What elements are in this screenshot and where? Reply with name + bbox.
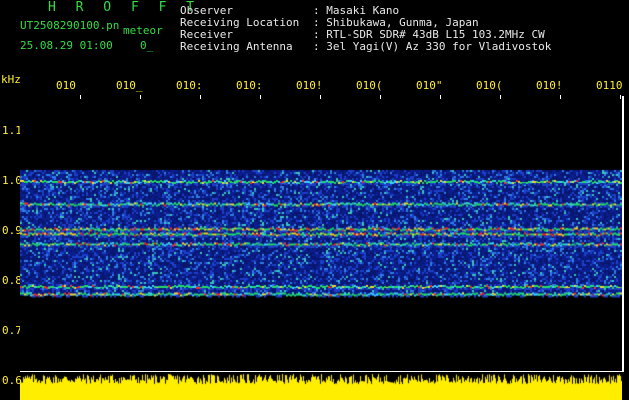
meteor-count: 0_ (140, 39, 154, 52)
x-tick-label: 010: (236, 79, 263, 92)
file-name: UT2508290100.pn (20, 19, 120, 32)
date-time: 25.08.29 01:00 (20, 39, 113, 52)
meta-value-antenna: : 3el Yagi(V) Az 330 for Vladivostok (313, 40, 552, 53)
x-tick-label: 010" (416, 79, 443, 92)
spectrogram-waterfall (20, 96, 622, 371)
x-tick-label: 010_ (116, 79, 143, 92)
y-tick-label: 1.0 (2, 174, 22, 187)
y-tick-label: 0.7 (2, 324, 22, 337)
x-tick-mark (260, 95, 261, 99)
x-tick-mark (140, 95, 141, 99)
x-tick-label: 010: (176, 79, 203, 92)
meta-label-antenna: Receiving Antenna (180, 40, 293, 53)
x-tick-mark (380, 95, 381, 99)
signal-level-bars (20, 372, 622, 400)
x-tick-mark (80, 95, 81, 99)
brand-title: H R O F F T (48, 0, 201, 15)
y-axis-unit: kHz (1, 73, 21, 86)
x-tick-mark (620, 95, 621, 99)
x-tick-mark (200, 95, 201, 99)
y-tick-label: 0.9 (2, 224, 22, 237)
x-tick-label: 0110 (596, 79, 623, 92)
x-tick-label: 010( (476, 79, 503, 92)
x-tick-mark (560, 95, 561, 99)
x-tick-label: 010 (56, 79, 76, 92)
y-tick-label: 0.6 (2, 374, 22, 387)
x-tick-mark (440, 95, 441, 99)
y-tick-label: 0.8 (2, 274, 22, 287)
y-tick-label: 1.1 (2, 124, 22, 137)
mode-label: meteor (123, 24, 163, 37)
x-tick-mark (320, 95, 321, 99)
x-tick-label: 010! (536, 79, 563, 92)
x-tick-label: 010! (296, 79, 323, 92)
x-tick-mark (500, 95, 501, 99)
x-tick-label: 010( (356, 79, 383, 92)
